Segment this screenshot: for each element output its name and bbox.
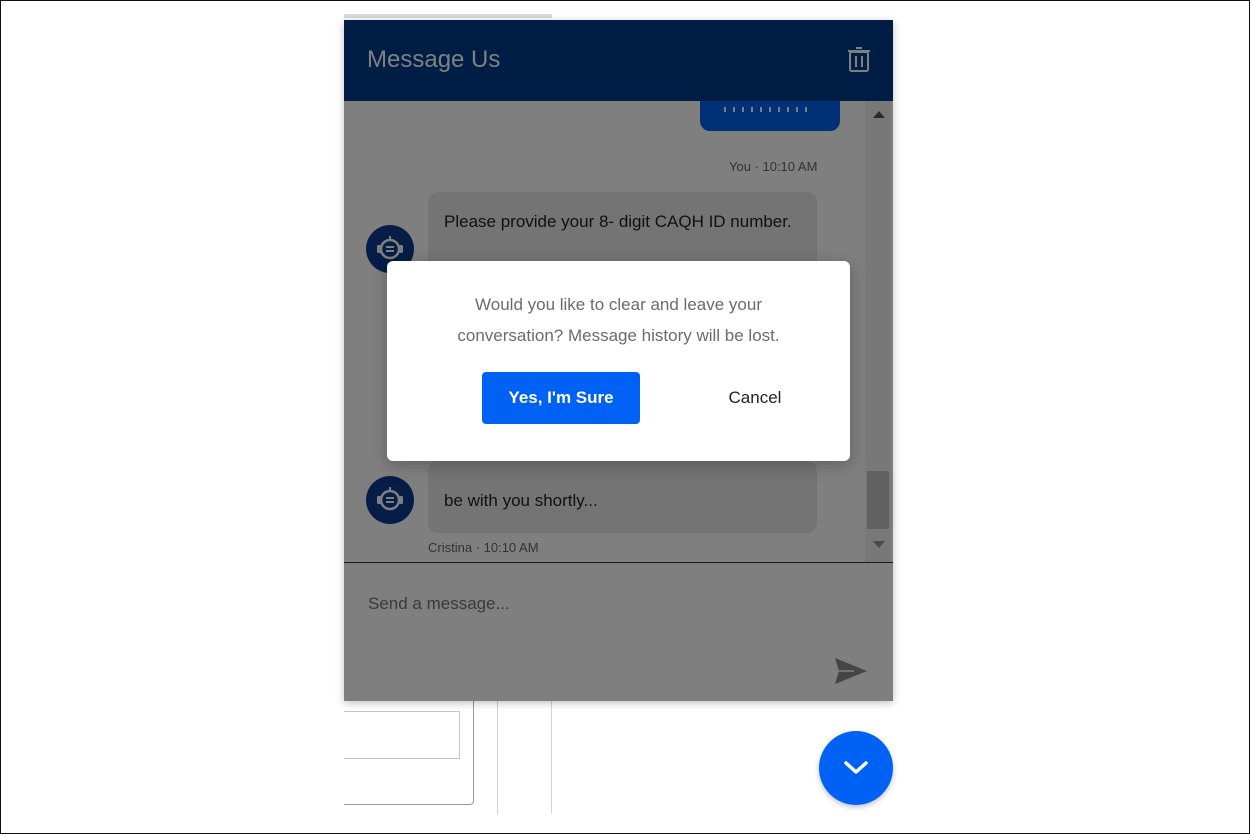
chevron-down-icon: [844, 761, 868, 774]
background-input: [344, 711, 460, 759]
background-divider: [497, 700, 498, 814]
minimize-chat-button[interactable]: [819, 731, 893, 805]
confirm-button[interactable]: Yes, I'm Sure: [482, 372, 640, 424]
cancel-button[interactable]: Cancel: [687, 372, 823, 424]
clear-conversation-dialog: Would you like to clear and leave your c…: [387, 261, 850, 461]
background-divider: [344, 14, 552, 18]
dialog-message: Would you like to clear and leave your c…: [457, 295, 780, 345]
background-divider: [551, 700, 552, 814]
